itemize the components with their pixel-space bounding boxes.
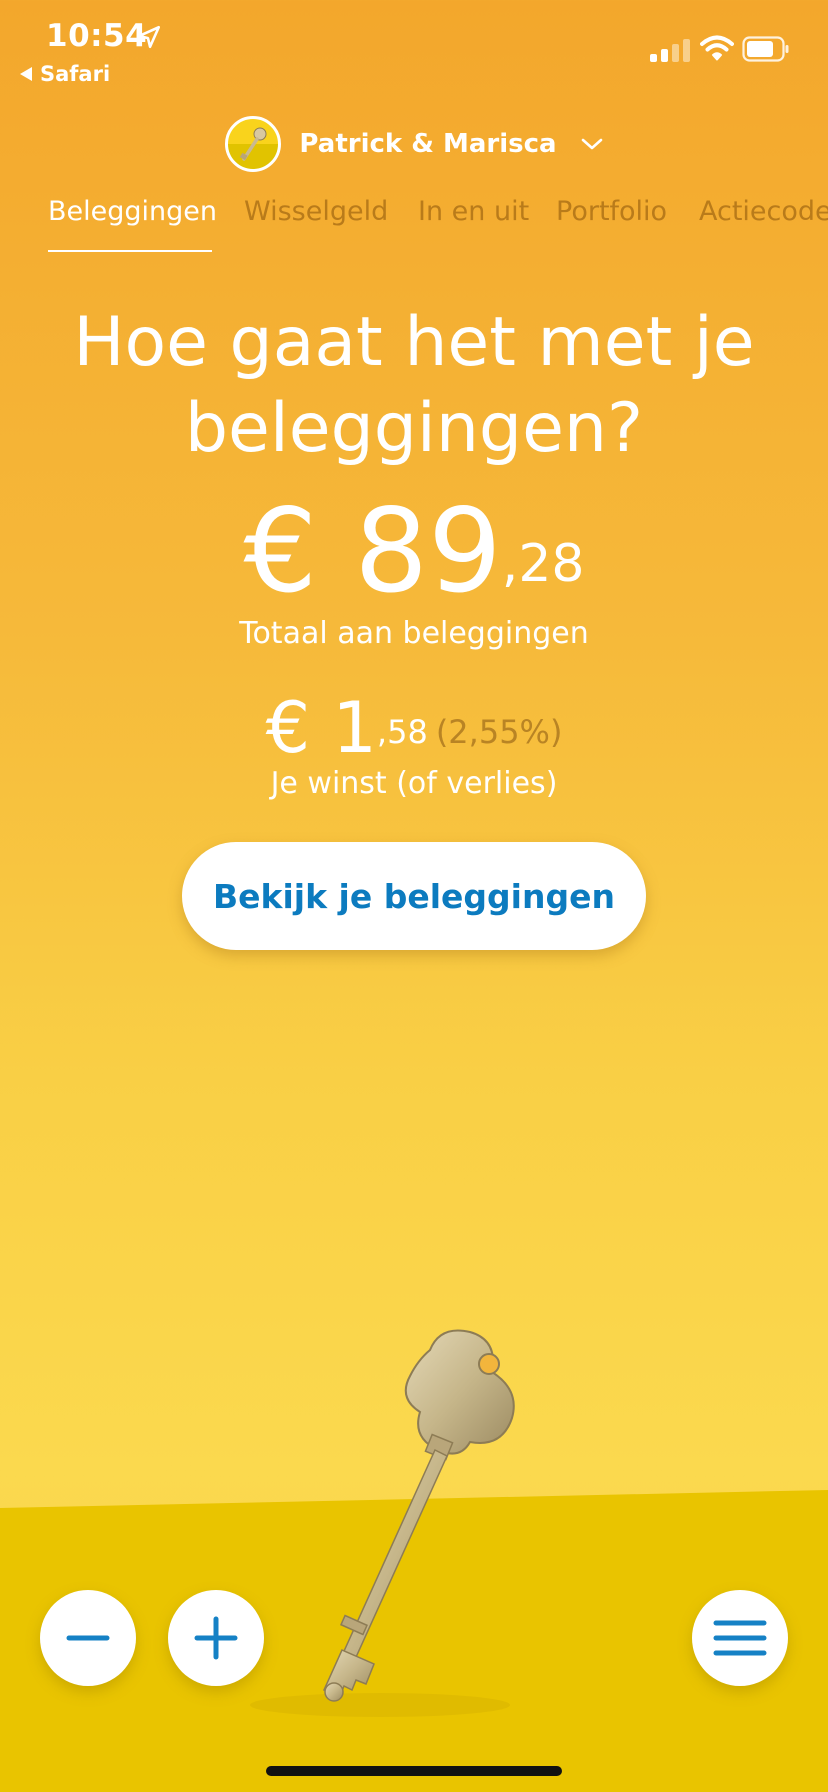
gain-currency: €: [265, 687, 311, 769]
chevron-down-icon: [581, 138, 602, 150]
back-app-label: Safari: [40, 62, 111, 86]
total-currency: €: [243, 484, 318, 619]
tab-portfolio[interactable]: Portfolio: [556, 196, 667, 227]
gain-whole: 1: [332, 687, 377, 769]
location-arrow-icon: [137, 25, 161, 49]
plus-icon: [194, 1616, 238, 1660]
back-triangle-icon: [20, 67, 32, 81]
view-investments-button[interactable]: Bekijk je beleggingen: [182, 842, 646, 950]
menu-button[interactable]: [692, 1590, 788, 1686]
gain-amount: € 1,58 (2,55%): [0, 688, 828, 768]
wifi-icon: [700, 35, 734, 61]
account-switcher[interactable]: Patrick & Marisca: [0, 112, 828, 176]
home-indicator[interactable]: [266, 1766, 562, 1776]
total-investments-label: Totaal aan beleggingen: [239, 616, 589, 651]
battery-icon: [742, 36, 789, 62]
headline-line-1: Hoe gaat het met je: [73, 303, 755, 382]
active-tab-indicator: [48, 250, 212, 252]
minus-icon: [66, 1635, 110, 1641]
page-title: Hoe gaat het met je beleggingen?: [0, 300, 828, 472]
deposit-button[interactable]: [168, 1590, 264, 1686]
tab-beleggingen[interactable]: Beleggingen: [48, 196, 217, 227]
total-investments-amount: € 89,28: [0, 492, 828, 612]
key-illustration: [322, 1329, 515, 1702]
headline-line-2: beleggingen?: [184, 389, 644, 468]
back-to-safari[interactable]: Safari: [20, 62, 110, 86]
status-time: 10:54: [46, 18, 148, 54]
cellular-signal-icon: [650, 36, 690, 62]
tab-actiecode[interactable]: Actiecode: [699, 196, 828, 227]
tab-in-en-uit[interactable]: In en uit: [418, 196, 529, 227]
tab-wisselgeld[interactable]: Wisselgeld: [244, 196, 388, 227]
hamburger-menu-icon: [713, 1620, 767, 1656]
account-name: Patrick & Marisca: [299, 129, 557, 159]
gain-percent: (2,55%): [435, 713, 563, 751]
total-cents: ,28: [501, 534, 585, 594]
key-avatar-icon: [225, 116, 282, 172]
total-whole: 89: [354, 484, 502, 619]
gain-cents: ,58: [376, 713, 428, 751]
tab-bar: Beleggingen Wisselgeld In en uit Portfol…: [0, 196, 828, 256]
gain-label: Je winst (of verlies): [270, 766, 558, 801]
withdraw-button[interactable]: [40, 1590, 136, 1686]
